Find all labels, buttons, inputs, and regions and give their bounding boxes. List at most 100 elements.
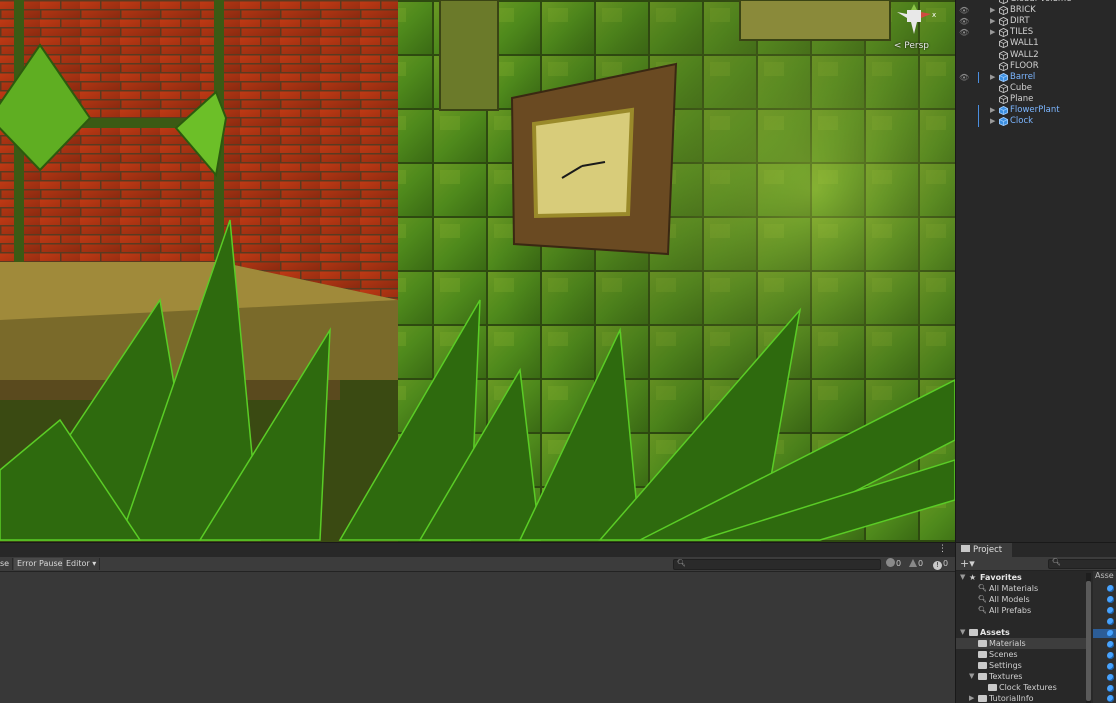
expand-arrow-icon[interactable]: ▶	[990, 105, 998, 116]
expand-arrow-icon[interactable]: ▶	[990, 5, 998, 16]
hierarchy-item-label: Clock	[1010, 116, 1034, 127]
scene-view[interactable]: x < Persp	[0, 0, 955, 542]
folder-textures[interactable]: ▼ Textures	[956, 671, 1086, 682]
material-icon[interactable]	[1107, 674, 1114, 681]
material-icon[interactable]	[1107, 695, 1114, 702]
more-options-icon[interactable]: ⋮	[938, 544, 947, 554]
hierarchy-item[interactable]: ▶ Clock	[956, 116, 1116, 128]
expand-arrow-icon[interactable]: ▶	[990, 16, 998, 27]
console-toolbar: se Error Pause Editor ▾ 🔍︎ 0 0 ! 0	[0, 557, 955, 572]
search-icon: 🔍︎	[1052, 558, 1061, 566]
hierarchy-item[interactable]: WALL2	[956, 50, 1116, 61]
visibility-eye-icon[interactable]: 👁︎	[959, 16, 969, 27]
assets-header[interactable]: ▼ Assets	[956, 627, 1086, 638]
scrollbar-thumb[interactable]	[1086, 581, 1091, 701]
material-icon[interactable]	[1107, 607, 1114, 614]
hierarchy-item-label: BRICK	[1010, 5, 1036, 16]
project-search-input[interactable]: 🔍︎	[1048, 558, 1116, 569]
star-icon: ★	[969, 573, 977, 582]
hierarchy-item[interactable]: WALL1	[956, 38, 1116, 49]
unity-editor: x < Persp Global Volume👁︎▶BRICK👁︎▶DIRT👁︎…	[0, 0, 1116, 703]
favorite-all-models[interactable]: 🔍︎ All Models	[956, 594, 1086, 605]
hierarchy-item[interactable]: 👁︎ ▶ DIRT	[956, 16, 1116, 27]
hierarchy-item[interactable]: Cube	[956, 83, 1116, 94]
collapse-arrow-icon: ▶	[969, 694, 975, 702]
hierarchy-item-label: TILES	[1010, 27, 1034, 38]
info-icon	[886, 558, 895, 567]
gameobject-cube-icon	[999, 94, 1008, 104]
folder-scenes[interactable]: Scenes	[956, 649, 1086, 660]
orientation-gizmo[interactable]: x	[893, 4, 937, 40]
favorites-header[interactable]: ▼ ★ Favorites	[956, 572, 1086, 583]
folder-icon	[988, 684, 997, 691]
hierarchy-item[interactable]: Plane	[956, 94, 1116, 105]
hierarchy-item-label: DIRT	[1010, 16, 1030, 27]
folder-settings[interactable]: Settings	[956, 660, 1086, 671]
gameobject-cube-icon	[999, 6, 1008, 16]
visibility-eye-icon[interactable]: 👁︎	[959, 72, 969, 83]
material-icon[interactable]	[1107, 663, 1114, 670]
hierarchy-item[interactable]: 👁︎ ▶ TILES	[956, 27, 1116, 38]
folder-materials[interactable]: Materials	[956, 638, 1086, 649]
hierarchy-item-label: WALL2	[1010, 49, 1039, 60]
log-count[interactable]: 0	[886, 558, 901, 570]
error-icon: !	[933, 561, 942, 570]
hierarchy-item-label: FlowerPlant	[1010, 105, 1060, 115]
hierarchy-item-label: Barrel	[1010, 71, 1036, 82]
expand-arrow-icon[interactable]: ▶	[990, 27, 998, 38]
camera-mode-label[interactable]: < Persp	[894, 41, 929, 51]
error-pause-button[interactable]: Error Pause	[14, 558, 67, 570]
hierarchy-item[interactable]: 👁︎ ▶ BRICK	[956, 5, 1116, 16]
console-search-input[interactable]: 🔍︎	[673, 559, 881, 570]
console-log-area[interactable]	[0, 572, 955, 703]
hierarchy-item-label: WALL1	[1010, 38, 1039, 49]
search-icon: 🔍︎	[978, 584, 987, 592]
folder-icon	[978, 651, 987, 658]
expand-arrow-icon: ▼	[960, 628, 966, 636]
hierarchy-item[interactable]: FLOOR	[956, 61, 1116, 72]
folder-clock-textures[interactable]: Clock Textures	[956, 682, 1086, 693]
error-count[interactable]: ! 0	[933, 558, 948, 570]
prefab-override-bar	[978, 116, 979, 128]
visibility-eye-icon[interactable]: 👁︎	[959, 27, 969, 38]
search-icon: 🔍︎	[677, 559, 686, 567]
warning-icon	[909, 559, 917, 567]
material-icon[interactable]	[1107, 630, 1114, 637]
expand-arrow-icon: ▼	[960, 573, 966, 581]
folder-icon	[978, 673, 987, 680]
hierarchy-item[interactable]: 👁︎ ▶ Barrel	[956, 71, 1116, 83]
hierarchy-panel: Global Volume👁︎▶BRICK👁︎▶DIRT👁︎▶TILESWALL…	[955, 0, 1116, 542]
material-icon[interactable]	[1107, 596, 1114, 603]
material-icon[interactable]	[1107, 618, 1114, 625]
console-tab-strip: ⋮	[0, 543, 955, 557]
search-icon: 🔍︎	[978, 595, 987, 603]
editor-dropdown[interactable]: Editor ▾	[63, 558, 101, 570]
warning-count[interactable]: 0	[909, 558, 923, 570]
expand-arrow-icon[interactable]: ▶	[990, 72, 998, 83]
expand-arrow-icon[interactable]: ▶	[990, 116, 998, 127]
hierarchy-item[interactable]: ▶ FlowerPlant	[956, 105, 1116, 116]
prefab-cube-icon	[999, 72, 1008, 82]
gameobject-cube-icon	[999, 50, 1008, 60]
tab-project[interactable]: Project	[956, 543, 1012, 557]
clear-on-play-button[interactable]: se	[0, 558, 14, 570]
favorite-all-prefabs[interactable]: 🔍︎ All Prefabs	[956, 605, 1086, 616]
material-icon[interactable]	[1107, 685, 1114, 692]
gameobject-cube-icon	[999, 39, 1008, 49]
folder-icon	[969, 629, 978, 636]
hierarchy-item-label: FLOOR	[1010, 60, 1039, 71]
folder-icon	[978, 695, 987, 702]
gameobject-cube-icon	[999, 0, 1008, 4]
visibility-eye-icon[interactable]: 👁︎	[959, 5, 969, 16]
folder-tutorialinfo[interactable]: ▶ TutorialInfo	[956, 693, 1086, 703]
prefab-override-bar	[978, 105, 979, 116]
create-button[interactable]: +▾	[960, 557, 975, 571]
favorite-all-materials[interactable]: 🔍︎ All Materials	[956, 583, 1086, 594]
assets-column-header: Asse	[1095, 571, 1114, 580]
material-icon[interactable]	[1107, 641, 1114, 648]
expand-arrow-icon: ▼	[969, 672, 975, 680]
material-icon[interactable]	[1107, 585, 1114, 592]
material-icon[interactable]	[1107, 652, 1114, 659]
assets-grid[interactable]: Asse	[1093, 571, 1116, 703]
project-tree-scrollbar[interactable]	[1086, 573, 1091, 703]
